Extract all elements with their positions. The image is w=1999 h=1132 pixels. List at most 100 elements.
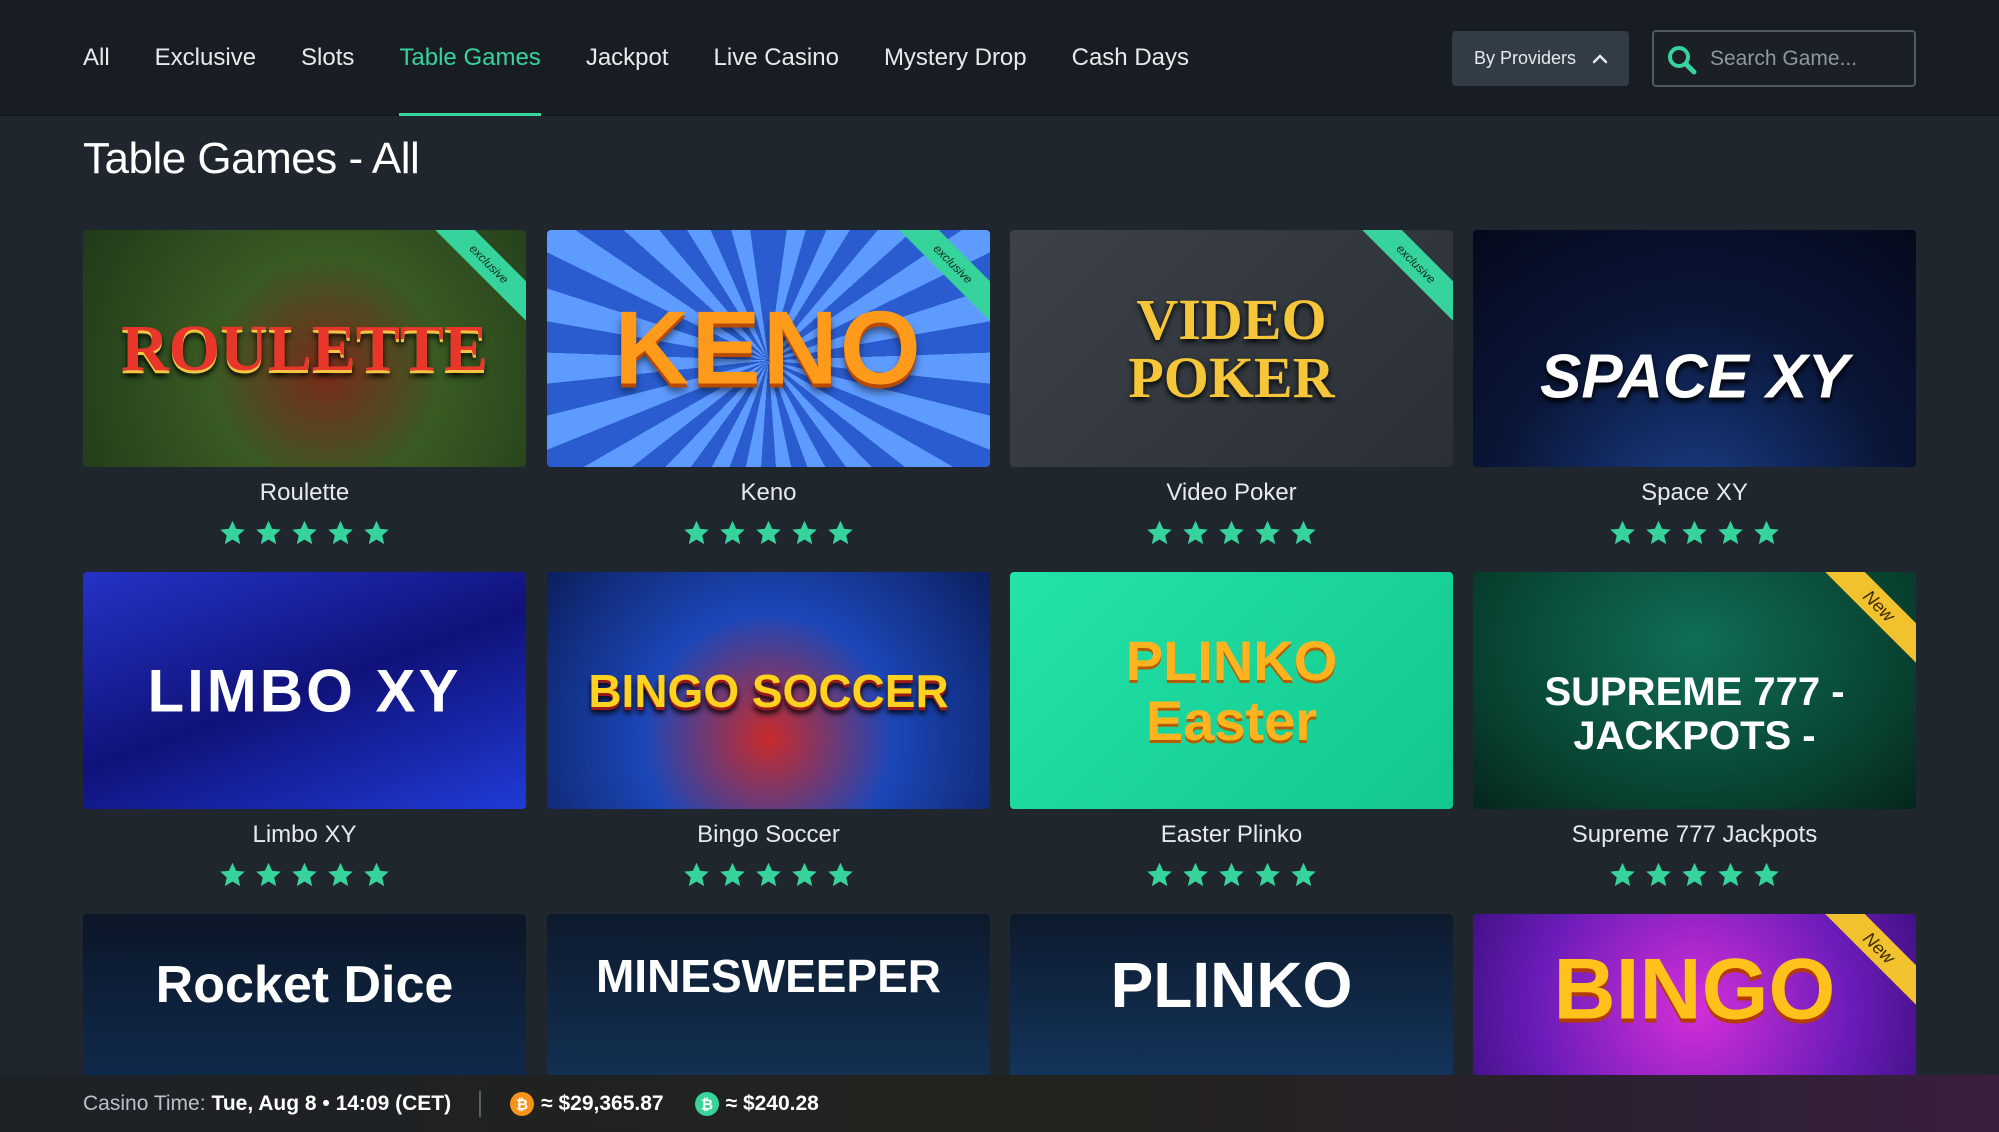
bitcoin-icon: ₿ — [510, 1091, 535, 1116]
bch-price-value: ≈ $240.28 — [725, 1091, 819, 1115]
game-name[interactable]: Video Poker — [1010, 479, 1453, 509]
by-providers-dropdown[interactable]: By Providers — [1452, 31, 1629, 86]
thumbnail-title: SUPREME 777 - JACKPOTS - — [1544, 670, 1845, 759]
star-icon — [1183, 862, 1208, 887]
star-icon — [1610, 520, 1635, 545]
nav-item-live-casino[interactable]: Live Casino — [714, 0, 839, 116]
game-thumbnail[interactable]: LIMBO XY — [83, 572, 526, 809]
svg-text:₿: ₿ — [700, 1096, 712, 1113]
nav-item-mystery-drop[interactable]: Mystery Drop — [884, 0, 1027, 116]
game-thumbnail[interactable]: VIDEO POKER exclusive — [1010, 230, 1453, 467]
thumbnail-title: PLINKO Easter — [1125, 628, 1338, 752]
thumbnail-title: PLINKO — [1110, 949, 1353, 1022]
star-icon — [756, 862, 781, 887]
star-rating — [547, 519, 990, 547]
star-icon — [1754, 520, 1779, 545]
star-icon — [1147, 520, 1172, 545]
nav-item-slots[interactable]: Slots — [301, 0, 354, 116]
star-icon — [1147, 862, 1172, 887]
star-icon — [292, 862, 317, 887]
star-rating — [83, 519, 526, 547]
star-icon — [1255, 520, 1280, 545]
game-card-video-poker[interactable]: VIDEO POKER exclusive Video Poker — [1010, 230, 1453, 547]
casino-status-bar: Casino Time: Tue, Aug 8 • 14:09 (CET) ₿ … — [0, 1075, 1999, 1132]
star-icon — [792, 520, 817, 545]
game-thumbnail[interactable]: PLINKO Easter — [1010, 572, 1453, 809]
btc-price-value: ≈ $29,365.87 — [541, 1091, 664, 1115]
star-icon — [684, 862, 709, 887]
star-icon — [256, 520, 281, 545]
game-name[interactable]: Supreme 777 Jackpots — [1473, 821, 1916, 851]
thumbnail-title: BINGO — [1553, 941, 1836, 1038]
thumbnail-title: Rocket Dice — [155, 956, 454, 1015]
star-icon — [328, 862, 353, 887]
bitcoin-cash-icon: ₿ — [694, 1091, 719, 1116]
chevron-up-icon — [1592, 54, 1608, 64]
game-card-space-xy[interactable]: SPACE XY Space XY — [1473, 230, 1916, 547]
thumbnail-title: KENO — [614, 290, 923, 406]
game-thumbnail[interactable]: KENO exclusive — [547, 230, 990, 467]
game-name[interactable]: Roulette — [83, 479, 526, 509]
nav-item-all[interactable]: All — [83, 0, 110, 116]
search-icon — [1668, 46, 1697, 75]
game-card-supreme-777-jackpots[interactable]: SUPREME 777 - JACKPOTS - New Supreme 777… — [1473, 572, 1916, 889]
star-icon — [1291, 520, 1316, 545]
nav-item-cash-days[interactable]: Cash Days — [1072, 0, 1189, 116]
thumbnail-title: LIMBO XY — [147, 657, 462, 724]
bch-price: ₿ ≈ $240.28 — [694, 1091, 819, 1117]
game-name[interactable]: Space XY — [1473, 479, 1916, 509]
thumbnail-title: BINGO SOCCER — [588, 664, 949, 717]
new-badge: New — [1816, 572, 1916, 669]
nav-item-jackpot[interactable]: Jackpot — [586, 0, 669, 116]
game-card-keno[interactable]: KENO exclusive Keno — [547, 230, 990, 547]
divider — [479, 1090, 482, 1117]
star-icon — [364, 862, 389, 887]
star-icon — [364, 520, 389, 545]
game-card-easter-plinko[interactable]: PLINKO Easter Easter Plinko — [1010, 572, 1453, 889]
search-box[interactable] — [1652, 30, 1916, 87]
star-icon — [1718, 520, 1743, 545]
star-icon — [256, 862, 281, 887]
star-icon — [1610, 862, 1635, 887]
star-icon — [1255, 862, 1280, 887]
star-icon — [756, 520, 781, 545]
search-input[interactable] — [1710, 32, 1910, 85]
star-icon — [1219, 862, 1244, 887]
star-icon — [684, 520, 709, 545]
star-rating — [547, 861, 990, 889]
star-icon — [328, 520, 353, 545]
star-icon — [292, 520, 317, 545]
game-thumbnail[interactable]: BINGO SOCCER — [547, 572, 990, 809]
star-icon — [792, 862, 817, 887]
star-icon — [828, 520, 853, 545]
nav-item-exclusive[interactable]: Exclusive — [155, 0, 256, 116]
game-name[interactable]: Keno — [547, 479, 990, 509]
star-icon — [220, 520, 245, 545]
star-icon — [1183, 520, 1208, 545]
thumbnail-title: MINESWEEPER — [595, 949, 942, 1002]
category-nav: All Exclusive Slots Table Games Jackpot … — [83, 0, 1234, 116]
star-icon — [828, 862, 853, 887]
star-icon — [1219, 520, 1244, 545]
nav-item-table-games[interactable]: Table Games — [399, 0, 542, 116]
top-navigation-bar: All Exclusive Slots Table Games Jackpot … — [0, 0, 1999, 116]
game-name[interactable]: Easter Plinko — [1010, 821, 1453, 851]
game-thumbnail[interactable]: ROULETTE exclusive — [83, 230, 526, 467]
game-name[interactable]: Limbo XY — [83, 821, 526, 851]
casino-time-value: Tue, Aug 8 • 14:09 (CET) — [211, 1091, 452, 1115]
game-card-roulette[interactable]: ROULETTE exclusive Roulette — [83, 230, 526, 547]
thumbnail-title: SPACE XY — [1540, 342, 1849, 412]
game-thumbnail[interactable]: SUPREME 777 - JACKPOTS - New — [1473, 572, 1916, 809]
star-icon — [1682, 862, 1707, 887]
game-name[interactable]: Bingo Soccer — [547, 821, 990, 851]
star-icon — [1646, 520, 1671, 545]
thumbnail-title: VIDEO POKER — [1128, 286, 1335, 410]
star-icon — [720, 862, 745, 887]
game-thumbnail[interactable]: SPACE XY — [1473, 230, 1916, 467]
star-icon — [1718, 862, 1743, 887]
thumbnail-title: ROULETTE — [121, 311, 488, 385]
game-card-limbo-xy[interactable]: LIMBO XY Limbo XY — [83, 572, 526, 889]
star-icon — [720, 520, 745, 545]
star-rating — [1473, 519, 1916, 547]
game-card-bingo-soccer[interactable]: BINGO SOCCER Bingo Soccer — [547, 572, 990, 889]
